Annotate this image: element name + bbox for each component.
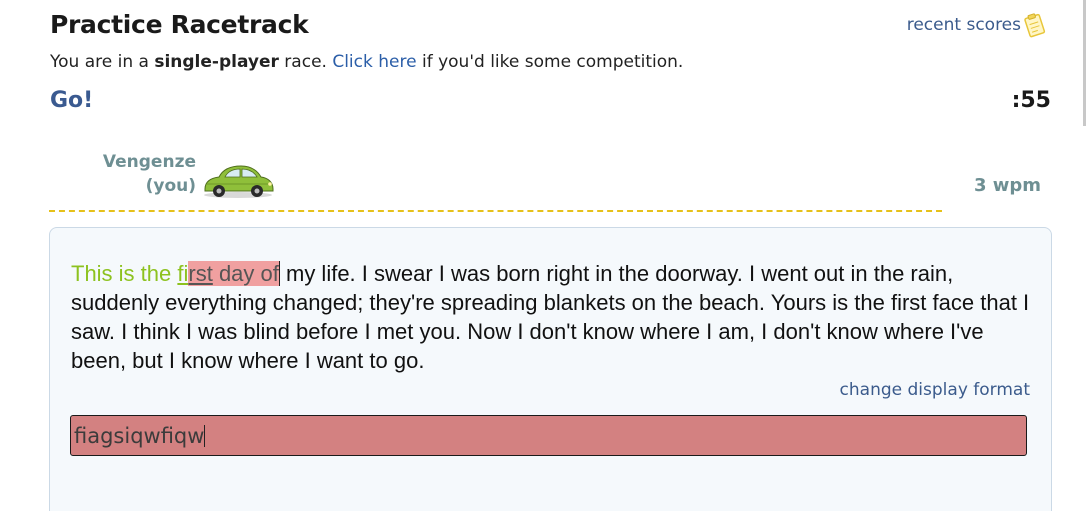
player-name: Vengenze — [102, 152, 196, 172]
passage-current-word-correct: fi — [177, 261, 189, 286]
race-track-line — [49, 210, 942, 212]
player-label: Vengenze (you) — [100, 150, 196, 198]
text-caret — [204, 425, 206, 447]
competition-link[interactable]: Click here — [332, 52, 416, 72]
passage-typed-correct: This is the — [71, 261, 178, 286]
passage-current-word-error: rst — [188, 261, 213, 286]
change-display-format-link[interactable]: change display format — [840, 380, 1030, 400]
race-passage: This is the first day of my life. I swea… — [71, 259, 1031, 375]
passage-error-span: day of — [212, 261, 280, 286]
recent-scores-link[interactable]: recent scores — [907, 12, 1046, 38]
typing-input-value: fiagsiqwfiqw — [74, 424, 205, 448]
typing-input[interactable]: fiagsiqwfiqw — [70, 415, 1027, 456]
recent-scores-label: recent scores — [906, 15, 1021, 35]
page-title: Practice Racetrack — [50, 10, 309, 39]
practice-racetrack-page: Practice Racetrack recent scores You are… — [0, 0, 1086, 511]
subline-middle: race. — [278, 52, 333, 72]
player-you-tag: (you) — [145, 176, 196, 196]
green-beetle-car-icon — [201, 164, 275, 200]
clipboard-icon — [1024, 12, 1046, 38]
race-mode-description: You are in a single-player race. Click h… — [50, 52, 683, 72]
player-wpm: 3 wpm — [973, 175, 1041, 196]
race-mode: single-player — [154, 52, 279, 72]
race-timer: :55 — [1011, 88, 1051, 113]
subline-prefix: You are in a — [50, 52, 155, 72]
subline-suffix: if you'd like some competition. — [416, 52, 684, 72]
race-status: Go! — [50, 88, 94, 113]
